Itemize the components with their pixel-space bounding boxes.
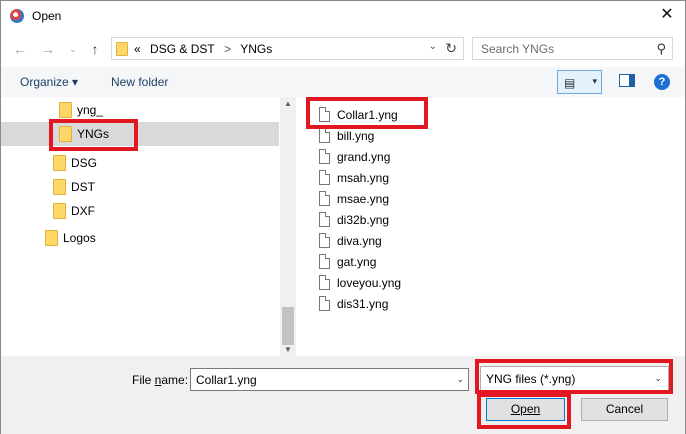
open-button-label: Open xyxy=(510,402,541,416)
change-view-button[interactable]: ▤ ▾ xyxy=(557,70,602,94)
nav-item-label: YNGs xyxy=(77,127,110,141)
file-icon xyxy=(319,191,330,206)
file-icon xyxy=(319,212,330,227)
file-icon xyxy=(319,170,330,185)
file-icon xyxy=(319,107,330,122)
file-name-value: Collar1.yng xyxy=(196,373,257,387)
forward-arrow-icon[interactable]: → xyxy=(39,40,57,58)
file-icon xyxy=(319,128,330,143)
search-icon[interactable]: ⚲ xyxy=(656,41,666,57)
breadcrumb-separator[interactable]: > xyxy=(224,42,231,56)
cancel-button[interactable]: Cancel xyxy=(581,398,668,421)
open-dialog: Open ✕ ← → ⌄ ↑ « DSG & DST > YNGs ⌄ ↻ Se… xyxy=(0,0,686,434)
search-placeholder: Search YNGs xyxy=(481,42,555,56)
file-name-label-part: ame: xyxy=(161,373,189,387)
recent-locations-chevron-icon[interactable]: ⌄ xyxy=(64,40,82,58)
up-arrow-icon[interactable]: ↑ xyxy=(86,40,104,58)
breadcrumb: « DSG & DST > YNGs xyxy=(134,42,278,56)
file-type-value: YNG files (*.yng) xyxy=(486,372,576,386)
file-name-field[interactable]: Collar1.yng ⌄ xyxy=(190,368,469,391)
nav-item-label: DST xyxy=(71,180,95,194)
nav-item-label: yng_ xyxy=(77,103,104,117)
search-input[interactable]: Search YNGs ⚲ xyxy=(472,37,673,60)
scrollbar-thumb[interactable] xyxy=(282,307,294,345)
nav-item-label: Logos xyxy=(63,231,96,245)
window-title: Open xyxy=(32,9,62,23)
file-icon xyxy=(319,275,330,290)
new-folder-button[interactable]: New folder xyxy=(111,75,168,89)
app-icon xyxy=(10,9,24,23)
file-name: di32b.yng xyxy=(337,213,390,227)
command-bar: Organize ▾ New folder ▤ ▾ ? xyxy=(1,67,685,97)
file-name: diva.yng xyxy=(337,234,382,248)
breadcrumb-overflow[interactable]: « xyxy=(134,42,141,56)
chevron-down-icon[interactable]: ▾ xyxy=(592,76,597,87)
refresh-icon[interactable]: ↻ xyxy=(445,40,457,57)
file-name: msae.yng xyxy=(337,192,390,206)
breadcrumb-yngs[interactable]: YNGs xyxy=(240,42,272,56)
nav-item-label: DSG xyxy=(71,156,98,170)
file-icon xyxy=(319,149,330,164)
file-name: grand.yng xyxy=(337,150,391,164)
open-button[interactable]: Open xyxy=(486,398,565,421)
nav-item-label: DXF xyxy=(71,204,95,218)
close-button[interactable]: ✕ xyxy=(657,5,677,25)
file-name: loveyou.yng xyxy=(337,276,402,290)
folder-icon xyxy=(53,155,66,171)
folder-icon xyxy=(53,179,66,195)
chevron-down-icon[interactable]: ⌄ xyxy=(654,373,662,384)
navigation-pane: yng_ YNGs DSG DST DXF Logos xyxy=(1,97,296,356)
file-name: bill.yng xyxy=(337,129,375,143)
help-icon[interactable]: ? xyxy=(654,74,670,90)
address-dropdown-icon[interactable]: ⌄ xyxy=(429,41,437,52)
file-icon xyxy=(319,233,330,248)
folder-icon xyxy=(116,42,128,56)
folder-icon xyxy=(45,230,58,246)
title-bar: Open ✕ xyxy=(1,1,685,31)
file-name: msah.yng xyxy=(337,171,390,185)
breadcrumb-dsg-dst[interactable]: DSG & DST xyxy=(150,42,215,56)
folder-icon xyxy=(53,203,66,219)
file-name-label-part: File xyxy=(132,373,155,387)
folder-icon xyxy=(59,102,72,118)
file-icon xyxy=(319,296,330,311)
file-name-label: File name: xyxy=(132,373,188,387)
file-name: gat.yng xyxy=(337,255,377,269)
file-icon xyxy=(319,254,330,269)
scroll-down-icon[interactable]: ▼ xyxy=(284,345,292,354)
preview-pane-icon[interactable] xyxy=(619,74,635,87)
nav-scrollbar[interactable]: ▲ ▼ xyxy=(280,97,296,356)
file-type-select[interactable]: YNG files (*.yng) ⌄ xyxy=(480,366,669,391)
address-bar[interactable]: « DSG & DST > YNGs ⌄ ↻ xyxy=(111,37,464,60)
nav-selection xyxy=(1,122,279,146)
file-name: Collar1.yng xyxy=(337,108,398,122)
details-view-icon: ▤ xyxy=(564,76,576,90)
chevron-down-icon[interactable]: ⌄ xyxy=(456,374,464,385)
scroll-up-icon[interactable]: ▲ xyxy=(284,99,292,108)
folder-icon xyxy=(59,126,72,142)
back-arrow-icon[interactable]: ← xyxy=(11,40,29,58)
organize-button[interactable]: Organize ▾ xyxy=(20,75,78,89)
file-name: dis31.yng xyxy=(337,297,389,311)
file-list: Collar1.yng bill.yng grand.yng msah.yng … xyxy=(301,97,685,356)
